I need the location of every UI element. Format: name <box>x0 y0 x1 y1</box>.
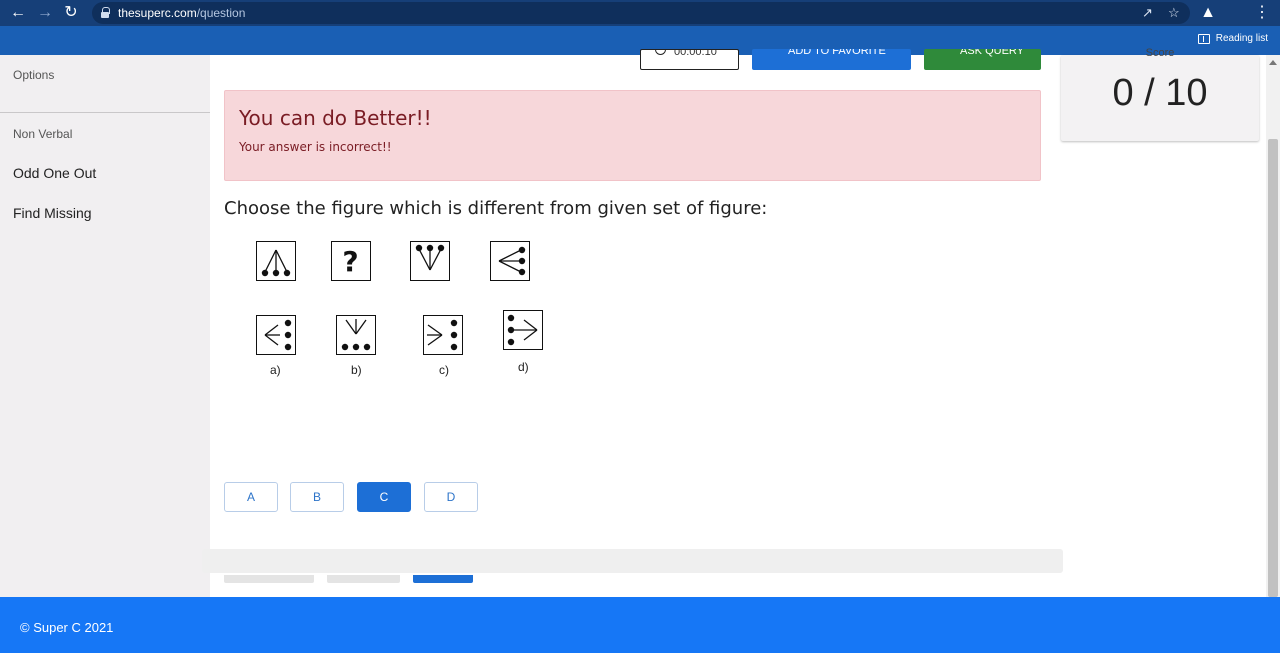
back-icon[interactable]: ← <box>8 3 28 23</box>
option-c-button[interactable]: C <box>357 482 411 512</box>
question-figure-1 <box>256 241 296 281</box>
question-figure-4-drawing <box>498 246 526 276</box>
score-label: Score <box>1145 47 1175 59</box>
answer-figure-a-drawing <box>264 319 292 351</box>
question-text: Choose the figure which is different fro… <box>224 198 768 219</box>
page-scrollbar[interactable] <box>1266 55 1280 597</box>
ask-query-button[interactable]: ASK QUERY <box>924 49 1041 70</box>
favorite-label: ADD TO FAVORITE <box>788 49 886 57</box>
sidebar-section-category: Non Verbal <box>13 127 73 141</box>
figure-label-a: a) <box>270 363 281 377</box>
forward-icon[interactable]: → <box>35 3 55 23</box>
ask-query-label: ASK QUERY <box>960 49 1024 57</box>
answer-figure-c-drawing <box>427 319 458 351</box>
answer-figure-b <box>336 315 376 355</box>
figure-label-b: b) <box>351 363 362 377</box>
answer-figure-c <box>423 315 463 355</box>
clock-icon <box>655 50 666 55</box>
sidebar-item-find-missing[interactable]: Find Missing <box>13 205 92 221</box>
previous-button[interactable] <box>224 575 314 583</box>
scroll-thumb[interactable] <box>1268 139 1278 597</box>
sidebar-section-options: Options <box>13 68 55 82</box>
reading-list-icon <box>1197 33 1210 44</box>
sidebar-divider <box>0 112 210 113</box>
figure-label-d: d) <box>518 360 529 374</box>
question-figure-3 <box>410 241 450 281</box>
figure-label-c: c) <box>439 363 449 377</box>
url-path: /question <box>196 6 246 20</box>
add-to-favorite-button[interactable]: ADD TO FAVORITE <box>752 49 911 70</box>
reading-list-label: Reading list <box>1215 33 1268 44</box>
option-b-button[interactable]: B <box>290 482 344 512</box>
next-button[interactable] <box>413 575 473 583</box>
footer-copyright: © Super C 2021 <box>20 620 114 635</box>
bottom-bar <box>202 549 1063 573</box>
url-host: thesuperc.com <box>118 6 197 20</box>
svg-text:?: ? <box>342 245 358 278</box>
share-icon[interactable]: ↗ <box>1142 5 1153 21</box>
answer-figure-a <box>256 315 296 355</box>
footer: © Super C 2021 <box>0 597 1280 653</box>
option-d-button[interactable]: D <box>424 482 478 512</box>
sidebar-item-odd-one-out[interactable]: Odd One Out <box>13 165 96 181</box>
menu-kebab-icon[interactable]: ⋮ <box>1252 3 1272 23</box>
question-figure-1-drawing <box>261 249 291 277</box>
score-card: Score 0 / 10 <box>1061 47 1259 141</box>
sidebar: Options Non Verbal Odd One Out Find Miss… <box>0 55 210 597</box>
timer-value: 00:00:10 <box>674 49 717 58</box>
scroll-up-icon[interactable] <box>1269 60 1277 65</box>
answer-figure-b-drawing <box>341 319 371 351</box>
browser-nav-row: ← → ↻ thesuperc.com/question ↗ ☆ ▲ ⋮ <box>0 0 1280 26</box>
lock-icon <box>101 7 110 18</box>
question-figure-3-drawing <box>415 244 445 271</box>
question-figure-4 <box>490 241 530 281</box>
main-content: 00:00:10 ADD TO FAVORITE ASK QUERY You c… <box>210 49 1062 597</box>
alert-title: You can do Better!! <box>239 106 432 130</box>
question-figure-missing: ? <box>331 241 371 281</box>
option-a-button[interactable]: A <box>224 482 278 512</box>
star-icon[interactable]: ☆ <box>1168 5 1180 21</box>
extensions-icon[interactable]: ▲ <box>1198 3 1218 23</box>
reload-icon[interactable]: ↻ <box>61 3 81 23</box>
alert-message: Your answer is incorrect!! <box>239 140 392 154</box>
answer-figure-d <box>503 310 543 350</box>
address-bar[interactable]: thesuperc.com/question ↗ ☆ <box>92 2 1190 24</box>
reading-list-button[interactable]: Reading list <box>1197 33 1268 44</box>
score-value: 0 / 10 <box>1112 72 1208 114</box>
answer-figure-d-drawing <box>507 314 538 346</box>
question-mark-icon: ? <box>342 245 358 278</box>
result-alert: You can do Better!! Your answer is incor… <box>224 90 1041 181</box>
url-text[interactable]: thesuperc.com/question <box>118 6 245 20</box>
timer: 00:00:10 <box>640 49 739 70</box>
skip-button[interactable] <box>327 575 400 583</box>
